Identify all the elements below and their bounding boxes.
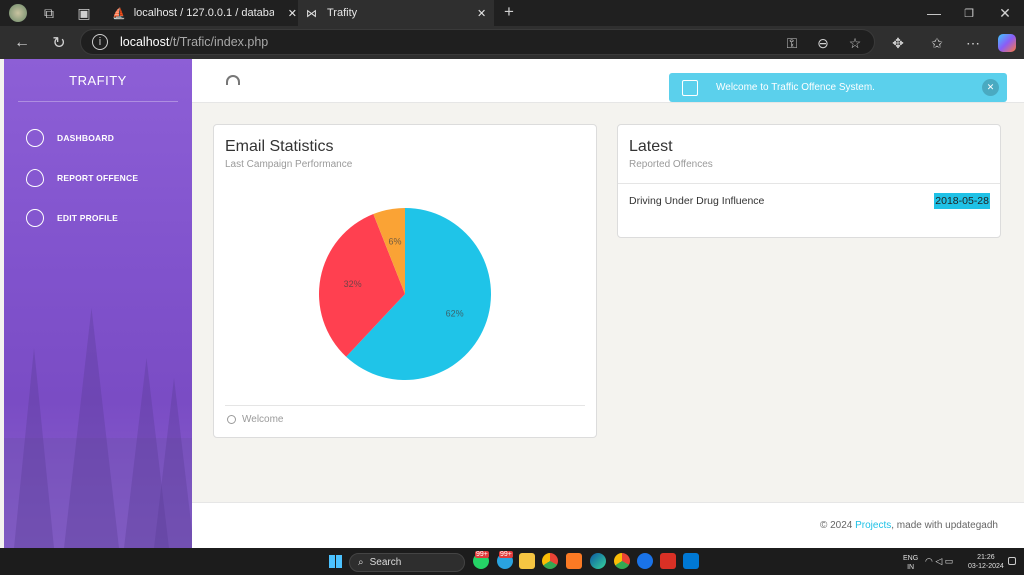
dashboard-gauge-icon[interactable] bbox=[226, 75, 240, 85]
card-divider bbox=[225, 405, 585, 406]
wifi-volume-battery-icon[interactable]: ◠ ◁ ▭ bbox=[925, 556, 953, 567]
favorites-bar-icon[interactable]: ✩ bbox=[929, 35, 945, 51]
welcome-alert: Welcome to Traffic Offence System. ✕ bbox=[669, 73, 1007, 102]
profile-avatar[interactable] bbox=[9, 4, 27, 22]
sidebar: TRAFITY DASHBOARD REPORT OFFENCE EDIT PR… bbox=[4, 59, 192, 548]
tab-title: Trafity bbox=[327, 7, 358, 19]
sidebar-item-label: REPORT OFFENCE bbox=[57, 173, 139, 183]
card-divider bbox=[618, 183, 1000, 184]
back-icon[interactable]: ← bbox=[12, 33, 32, 53]
workspaces-icon[interactable]: ⧉ bbox=[41, 5, 57, 21]
tab-actions-icon[interactable]: ▣ bbox=[76, 5, 92, 21]
eye-icon bbox=[26, 169, 44, 187]
pie-chart: 62% 32% 6% bbox=[319, 208, 491, 380]
card-title: Latest bbox=[629, 138, 673, 155]
chrome-icon[interactable] bbox=[542, 553, 558, 569]
minimize-icon[interactable]: — bbox=[925, 4, 943, 22]
card-subtitle: Reported Offences bbox=[629, 159, 713, 170]
copyright-suffix: , made with updategadh bbox=[891, 520, 998, 531]
copyright-prefix: © 2024 bbox=[819, 520, 856, 531]
info-icon: i bbox=[92, 34, 108, 50]
window-close-icon[interactable]: ✕ bbox=[996, 4, 1014, 22]
more-icon[interactable]: ⋯ bbox=[965, 35, 981, 51]
url-host: localhost bbox=[120, 35, 170, 49]
edge-icon[interactable] bbox=[590, 553, 606, 569]
extensions-icon[interactable]: ✥ bbox=[890, 35, 906, 51]
favorite-icon[interactable]: ☆ bbox=[847, 35, 863, 51]
user-icon bbox=[26, 209, 44, 227]
offence-name: Driving Under Drug Influence bbox=[629, 195, 765, 207]
taskbar-search[interactable]: ⌕ Search bbox=[349, 553, 465, 572]
close-icon[interactable]: ✕ bbox=[288, 7, 297, 20]
restore-icon[interactable]: ❐ bbox=[960, 4, 978, 22]
card-footer: Welcome bbox=[227, 414, 284, 425]
tab-trafity[interactable]: ⋈ Trafity ✕ bbox=[298, 0, 494, 26]
search-label: Search bbox=[369, 557, 402, 568]
vscode-icon[interactable] bbox=[683, 553, 699, 569]
notification-badge: 99+ bbox=[475, 551, 489, 558]
url-text[interactable]: localhost/t/Trafic/index.php bbox=[120, 35, 268, 49]
refresh-icon[interactable]: ↻ bbox=[49, 33, 69, 53]
sidebar-item-dashboard[interactable]: DASHBOARD bbox=[26, 127, 114, 149]
url-path: /t/Trafic/index.php bbox=[169, 35, 269, 49]
clock-time: 21:26 bbox=[977, 554, 995, 561]
windows-start-icon[interactable] bbox=[329, 555, 342, 568]
page-footer: © 2024 Projects, made with updategadh bbox=[192, 502, 1024, 548]
region-code: IN bbox=[907, 564, 915, 571]
offence-date: 2018-05-28 bbox=[934, 193, 990, 209]
gift-icon bbox=[682, 79, 698, 96]
card-title: Email Statistics bbox=[225, 138, 334, 155]
alert-close-button[interactable]: ✕ bbox=[982, 79, 999, 96]
pie-slice-label: 32% bbox=[344, 279, 362, 289]
pie-slice-label: 6% bbox=[389, 237, 402, 247]
footer-text: Welcome bbox=[242, 414, 284, 425]
sidebar-item-label: EDIT PROFILE bbox=[57, 213, 118, 223]
tab-title: localhost / 127.0.0.1 / database / bbox=[133, 7, 274, 19]
copilot-icon[interactable] bbox=[998, 34, 1016, 52]
sidebar-divider bbox=[18, 101, 178, 102]
clock-date: 03-12-2024 bbox=[968, 563, 1004, 570]
cortana-icon[interactable] bbox=[637, 553, 653, 569]
pdf-icon[interactable] bbox=[660, 553, 676, 569]
email-statistics-card: Email Statistics Last Campaign Performan… bbox=[213, 124, 597, 438]
sidebar-item-label: DASHBOARD bbox=[57, 133, 115, 143]
new-tab-icon[interactable]: + bbox=[500, 2, 518, 21]
sidebar-item-report-offence[interactable]: REPORT OFFENCE bbox=[26, 167, 138, 189]
close-icon[interactable]: ✕ bbox=[477, 7, 486, 20]
xampp-icon[interactable] bbox=[566, 553, 582, 569]
site-icon: ⋈ bbox=[306, 7, 317, 20]
notifications-icon[interactable] bbox=[1008, 557, 1016, 565]
latest-card: Latest Reported Offences Driving Under D… bbox=[617, 124, 1001, 238]
copyright: © 2024 Projects, made with updategadh bbox=[820, 520, 998, 531]
file-explorer-icon[interactable] bbox=[519, 553, 535, 569]
list-item: Driving Under Drug Influence 2018-05-28 bbox=[629, 193, 990, 209]
chrome-profile-icon[interactable] bbox=[614, 553, 630, 569]
phpmyadmin-icon: ⛵ bbox=[112, 7, 126, 20]
clock[interactable]: 21:26 03-12-2024 bbox=[968, 553, 1004, 571]
search-icon: ⌕ bbox=[358, 557, 364, 568]
notification-badge: 99+ bbox=[499, 551, 513, 558]
sidebar-item-edit-profile[interactable]: EDIT PROFILE bbox=[26, 207, 118, 229]
language-indicator[interactable]: ENG IN bbox=[903, 554, 918, 572]
pie-slice-label: 62% bbox=[446, 309, 464, 319]
tab-phpmyadmin[interactable]: ⛵ localhost / 127.0.0.1 / database / ✕ bbox=[104, 0, 300, 26]
projects-link[interactable]: Projects bbox=[855, 520, 891, 531]
zoom-icon[interactable]: ⊖ bbox=[815, 35, 831, 51]
alert-text: Welcome to Traffic Offence System. bbox=[716, 82, 875, 93]
pie-chart-icon bbox=[26, 129, 44, 147]
key-icon[interactable]: ⚿ bbox=[784, 35, 800, 51]
clock-icon bbox=[227, 415, 236, 424]
language-code: ENG bbox=[903, 555, 919, 562]
brand-logo[interactable]: TRAFITY bbox=[4, 73, 192, 88]
